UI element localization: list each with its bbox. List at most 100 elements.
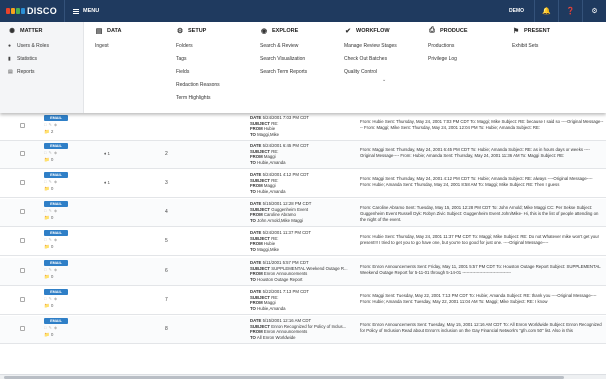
to-label: TO [250,217,256,223]
from-label: FROM [250,271,263,277]
doc-excerpt: From: Caroline Abramo Sent: Tuesday, May… [360,205,599,222]
data-header: ▤ DATA [95,22,122,40]
doc-action-icons[interactable]: □ ✎ ◆ [44,267,58,272]
settings-icon[interactable]: ⚙ [582,0,606,22]
menu-item-search-visualization[interactable]: Search Visualization [260,53,307,66]
from-label: FROM [250,212,263,218]
doc-action-icons[interactable]: □ ✎ ◆ [44,150,58,155]
table-row[interactable]: EMAIL □ ✎ ◆ 📁 0 8 DATE 5/15/2001 12:16 AM CD… [0,316,606,344]
folder-count[interactable]: 📁 0 [44,303,53,309]
row-checkbox[interactable] [20,123,25,128]
menu-item-search-review[interactable]: Search & Review [260,40,307,53]
to-label: TO [250,188,256,194]
menu-item-folders[interactable]: Folders [176,40,220,53]
menu-button[interactable]: MENU [64,0,99,22]
folder-count-value: 0 [50,157,54,162]
database-icon: ▤ [95,28,103,35]
flag-icon: ⚑ [512,28,520,35]
folder-count[interactable]: 📁 2 [44,129,53,135]
menu-item-reports[interactable]: ▤ Reports [8,66,49,79]
horizontal-scrollbar[interactable] [0,374,606,379]
table-row[interactable]: EMAIL □ ✎ ◆ 📁 0 7 DATE 5/22/2001 7:13 PM CDT… [0,287,606,315]
subject-label: SUBJECT [250,265,271,271]
chevron-down-icon[interactable]: ⌄ [382,77,386,83]
logo-square-blue [21,8,25,14]
to-label: TO [250,305,256,311]
app-logo[interactable]: DISCO [0,6,64,16]
doc-metadata: DATE 5/24/2001 6:45 PM CDT SUBJECT RE: FRO… [250,143,352,165]
hamburger-icon [73,8,79,14]
doc-action-icons[interactable]: □ ✎ ◆ [44,296,58,301]
doc-excerpt: From: Maggi Sent: Thursday, May 24, 2001… [360,176,593,187]
table-row[interactable]: EMAIL □ ✎ ◆ 📁 0 4 DATE 5/15/2001 12:28 PM CD… [0,199,606,227]
table-row[interactable]: EMAIL □ ✎ ◆ 📁 0 5 DATE 5/24/2001 11:37 PM CD… [0,228,606,256]
doc-subject: RE: [271,235,279,241]
data-title: DATA [107,28,122,34]
folder-count[interactable]: 📁 0 [44,157,53,163]
setup-column: ⚙ SETUP Folders Tags Fields Redaction Re… [176,22,220,105]
doc-subject: RE: [271,177,279,183]
menu-item-ingest[interactable]: Ingest [95,40,121,53]
matter-header: ✺ MATTER [8,22,49,40]
menu-item-manage-review-stages[interactable]: Manage Review Stages [344,40,397,53]
user-menu[interactable]: DEMO [499,8,534,14]
table-row[interactable]: EMAIL □ ✎ ◆ 📁 0 6 DATE 5/11/2001 5:57 PM CDT… [0,258,606,286]
date-label: DATE [250,260,262,265]
table-row[interactable]: EMAIL □ ✎ ◆ 📁 2 DATE 5/24/2001 7:03 PM CDT S… [0,113,606,141]
doc-to: John Arnold,Mike Maggi [257,217,303,223]
doc-action-icons[interactable]: □ ✎ ◆ [44,179,58,184]
row-checkbox[interactable] [20,209,25,214]
menu-item-tags[interactable]: Tags [176,53,220,66]
menu-item-quality-control[interactable]: Quality Control [344,66,397,79]
matter-panel: ✺ MATTER ● Users & Roles ▮ Statistics ▤ Rep… [0,22,84,113]
table-row[interactable]: EMAIL □ ✎ ◆ 📁 0 ♦ 1 3 DATE 5/24/2001 4:12 PM … [0,170,606,198]
tag-count[interactable]: ♦ 1 [104,151,110,156]
to-label: TO [250,131,256,137]
menu-item-term-highlights[interactable]: Term Highlights [176,92,220,105]
folder-count[interactable]: 📁 0 [44,215,53,221]
bell-icon[interactable]: 🔔 [534,0,558,22]
doc-action-icons[interactable]: □ ✎ ◆ [44,208,58,213]
menu-item-productions[interactable]: Productions [428,40,468,53]
doc-metadata: DATE 5/22/2001 7:13 PM CDT SUBJECT RE: FRO… [250,289,352,311]
row-checkbox[interactable] [20,151,25,156]
menu-item-statistics[interactable]: ▮ Statistics [8,53,49,66]
folder-count[interactable]: 📁 0 [44,332,53,338]
folder-count[interactable]: 📁 0 [44,186,53,192]
doc-action-icons[interactable]: □ ✎ ◆ [44,325,58,330]
doc-from: Enron Announcements [263,329,308,335]
row-checkbox[interactable] [20,326,25,331]
row-checkbox[interactable] [20,180,25,185]
help-icon[interactable]: ❓ [558,0,582,22]
folder-count-value: 0 [50,215,54,220]
from-label: FROM [250,154,263,160]
subject-label: SUBJECT [250,206,271,212]
menu-item-redaction-reasons[interactable]: Redaction Reasons [176,79,220,92]
email-badge: EMAIL [44,143,68,149]
doc-number: 7 [165,297,168,303]
menu-item-users-roles[interactable]: ● Users & Roles [8,40,49,53]
doc-action-icons[interactable]: □ ✎ ◆ [44,122,58,127]
mega-menu: ✺ MATTER ● Users & Roles ▮ Statistics ▤ Rep… [0,22,606,113]
folder-count[interactable]: 📁 0 [44,274,53,280]
menu-item-exhibit-sets[interactable]: Exhibit Sets [512,40,550,53]
menu-item-search-term-reports[interactable]: Search Term Reports [260,66,307,79]
top-right-actions: DEMO 🔔 ❓ ⚙ [499,0,606,22]
tag-count-value: 1 [107,151,111,156]
row-checkbox[interactable] [20,268,25,273]
table-row[interactable]: EMAIL □ ✎ ◆ 📁 0 ♦ 1 2 DATE 5/24/2001 6:45 PM … [0,141,606,169]
matter-title: MATTER [20,28,43,34]
logo-square-red [6,8,10,14]
menu-item-privilege-log[interactable]: Privilege Log [428,53,468,66]
folder-count[interactable]: 📁 0 [44,244,53,250]
doc-from: Enron Announcements [263,271,308,277]
row-checkbox[interactable] [20,238,25,243]
tag-count[interactable]: ♦ 1 [104,180,110,185]
doc-subject: Enron Recognized for Policy of Inclus... [271,323,347,329]
menu-item-fields[interactable]: Fields [176,66,220,79]
row-checkbox[interactable] [20,297,25,302]
doc-action-icons[interactable]: □ ✎ ◆ [44,237,58,242]
email-badge: EMAIL [44,230,68,236]
menu-item-check-out-batches[interactable]: Check Out Batches [344,53,397,66]
doc-number: 3 [165,180,168,186]
